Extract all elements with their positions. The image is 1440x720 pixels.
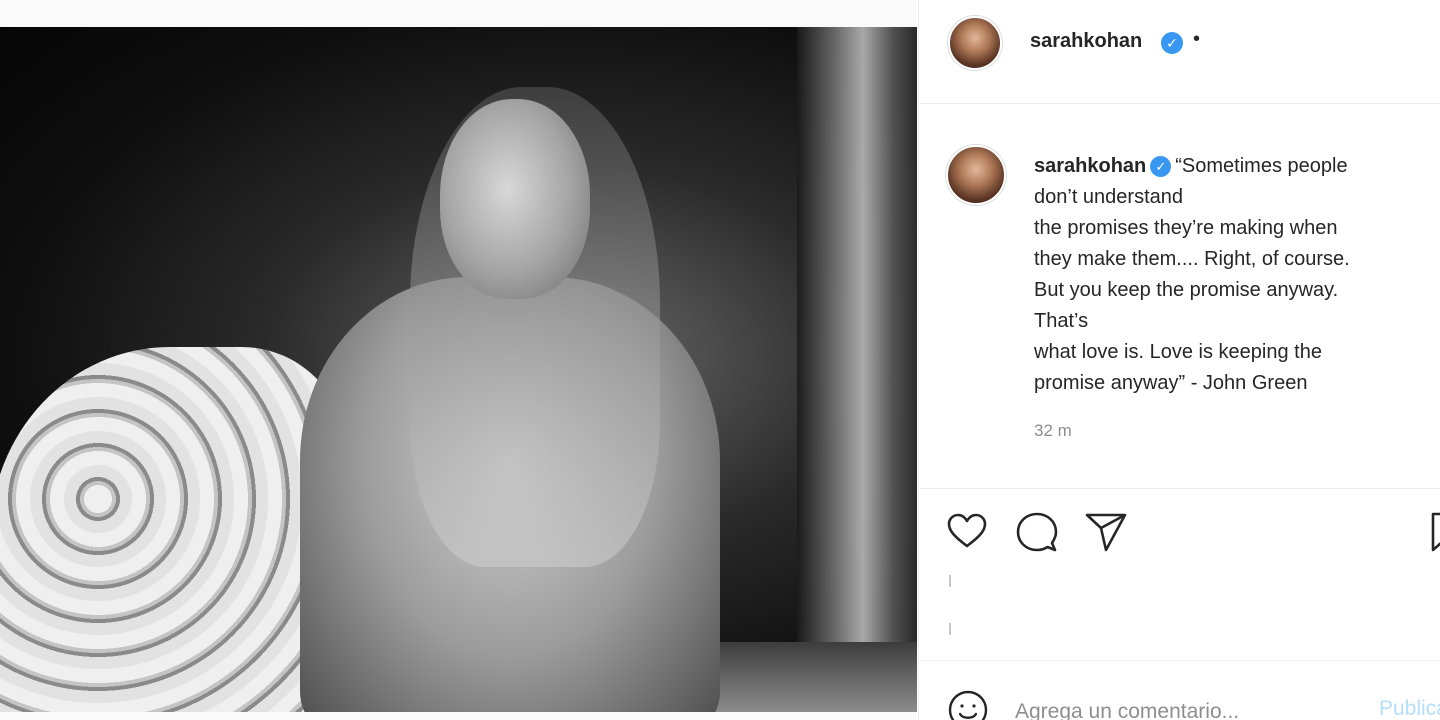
photo-curtain (797, 27, 917, 712)
header-separator-dot: • (1193, 28, 1201, 50)
caption-text: sarahkohan ✓ “Sometimes people don’t under… (1034, 151, 1414, 399)
post-media-area (0, 0, 917, 720)
caption-line: what love is. Love is keeping the (1034, 341, 1322, 363)
comment-icon[interactable] (1015, 510, 1059, 554)
caption-line: That’s (1034, 310, 1089, 332)
heart-icon[interactable] (945, 510, 989, 554)
post-timestamp[interactable]: 32 m (1034, 421, 1072, 441)
caption-username[interactable]: sarahkohan (1034, 155, 1146, 177)
caption-line: they make them.... Right, of course. (1034, 248, 1350, 270)
bookmark-icon[interactable] (1427, 510, 1440, 554)
post-comment-button[interactable]: Publicar (1379, 697, 1440, 720)
placeholder-mark (949, 623, 951, 635)
comment-input[interactable] (1015, 697, 1355, 720)
post-actions (919, 490, 1440, 580)
caption-avatar[interactable] (946, 145, 1006, 205)
placeholder-mark (949, 575, 951, 587)
post-caption: sarahkohan ✓ “Sometimes people don’t under… (919, 105, 1440, 489)
comment-bar: Publicar (919, 660, 1440, 720)
smiley-icon[interactable] (947, 689, 989, 720)
verified-badge-icon: ✓ (1150, 156, 1172, 177)
paper-plane-icon[interactable] (1084, 510, 1128, 554)
header-username[interactable]: sarahkohan (1030, 30, 1142, 53)
photo-figure-head (440, 99, 590, 299)
post-sidebar: sarahkohan ✓ • sarahkohan ✓ “Sometimes peo… (918, 0, 1440, 720)
caption-line: But you keep the promise anyway. (1034, 279, 1339, 301)
caption-line: “Sometimes people (1175, 155, 1348, 177)
verified-badge-icon: ✓ (1161, 32, 1183, 54)
post-header: sarahkohan ✓ • (919, 0, 1440, 104)
caption-line: promise anyway” - John Green (1034, 372, 1308, 394)
caption-line: the promises they’re making when (1034, 217, 1338, 239)
post-photo[interactable] (0, 27, 917, 712)
profile-avatar[interactable] (948, 16, 1002, 70)
photo-patterned-pants (0, 347, 350, 712)
caption-line: don’t understand (1034, 186, 1184, 208)
likes-placeholder (949, 575, 955, 645)
